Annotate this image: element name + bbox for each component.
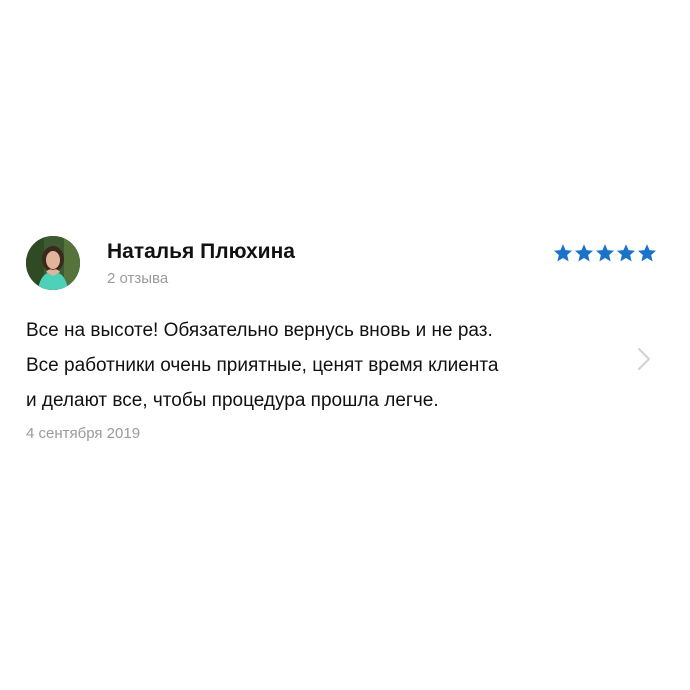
avatar[interactable]	[26, 236, 80, 290]
star-icon	[575, 244, 593, 262]
review-card: Наталья Плюхина 2 отзыва Все на высоте! …	[0, 0, 690, 690]
star-icon	[554, 244, 572, 262]
star-icon	[596, 244, 614, 262]
star-icon	[638, 244, 656, 262]
review-text-line: Все работники очень приятные, ценят врем…	[26, 355, 499, 376]
review-date: 4 сентября 2019	[26, 425, 141, 442]
review-text-line: Все на высоте! Обязательно вернусь вновь…	[26, 320, 493, 341]
rating-stars	[553, 243, 657, 263]
star-icon	[617, 244, 635, 262]
review-text-line: и делают все, чтобы процедура прошла лег…	[26, 390, 439, 411]
author-review-count[interactable]: 2 отзыва	[107, 270, 168, 287]
review-text[interactable]: Все на высоте! Обязательно вернусь вновь…	[26, 313, 626, 418]
chevron-right-icon[interactable]	[637, 347, 651, 371]
user-photo-avatar-icon	[26, 236, 80, 290]
author-name[interactable]: Наталья Плюхина	[107, 240, 295, 264]
